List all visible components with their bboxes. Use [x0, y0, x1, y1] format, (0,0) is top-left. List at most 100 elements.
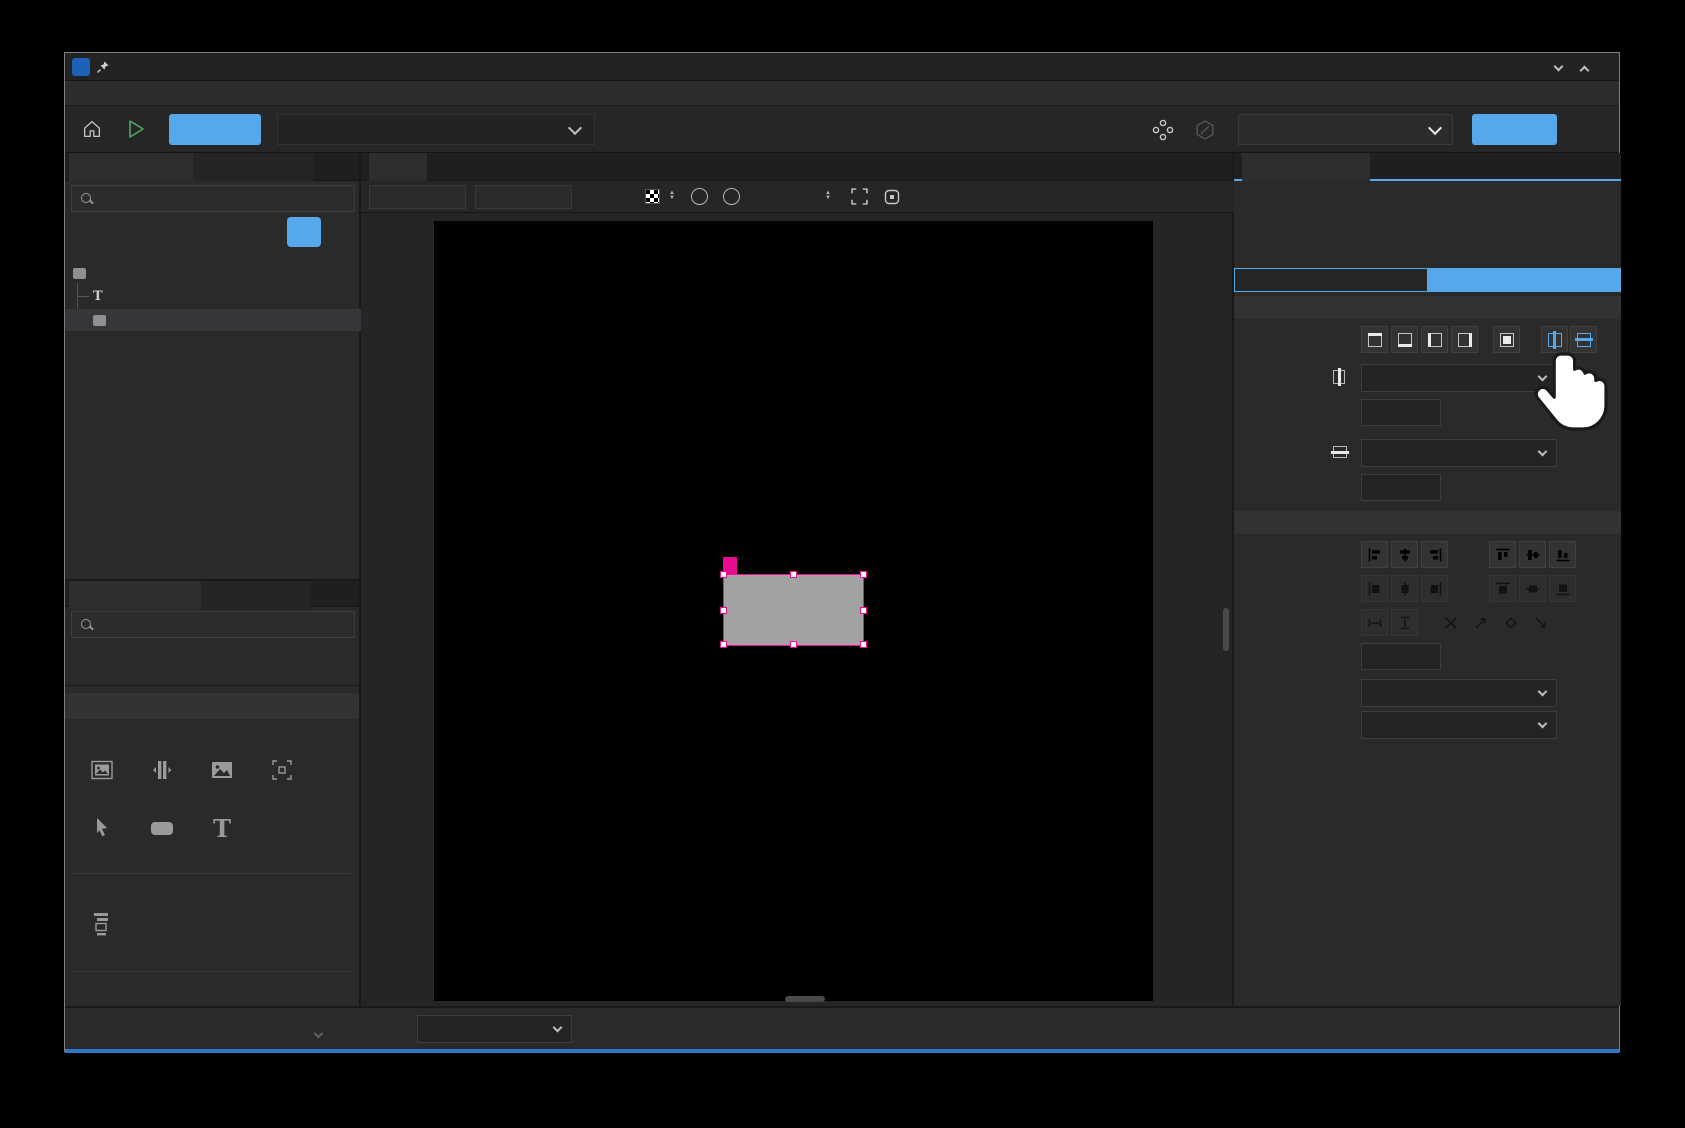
selection-handle[interactable] — [720, 641, 727, 648]
background-stepper[interactable]: ▲▼ — [667, 191, 677, 201]
distribute-right-button[interactable] — [1421, 575, 1448, 602]
anchor-fill-button[interactable] — [1493, 326, 1520, 353]
tab-rectangle[interactable] — [1235, 269, 1428, 291]
component-border-image[interactable] — [73, 755, 131, 789]
margin2-input[interactable] — [1361, 474, 1441, 501]
section-alignment-header[interactable] — [1234, 511, 1621, 534]
components-search[interactable] — [71, 611, 355, 638]
run-play-icon[interactable] — [123, 117, 147, 141]
selection-handle[interactable] — [860, 641, 867, 648]
navigator-search[interactable] — [71, 185, 355, 212]
align-right-button[interactable] — [1421, 541, 1448, 568]
tree-row-rectangle-selected[interactable] — [65, 309, 361, 331]
components-search-input[interactable] — [102, 617, 346, 633]
zoom-out-icon[interactable] — [723, 188, 740, 205]
component-image[interactable] — [193, 755, 251, 789]
selection-handle[interactable] — [790, 641, 797, 648]
tab-2d[interactable] — [369, 153, 427, 181]
tree-row-text[interactable]: T — [65, 285, 361, 307]
selection-handle[interactable] — [720, 607, 727, 614]
anchor-top-button[interactable] — [1361, 326, 1388, 353]
distribute-origin-topleft-button[interactable] — [1467, 609, 1494, 636]
window-minimize-button[interactable] — [1549, 60, 1567, 76]
section-component[interactable] — [1234, 183, 1621, 204]
menu-help[interactable] — [169, 90, 191, 96]
zoom-in-icon[interactable] — [691, 188, 708, 205]
anchor-left-button[interactable] — [1421, 326, 1448, 353]
menu-view[interactable] — [121, 90, 143, 96]
tab-layout[interactable] — [1428, 269, 1620, 291]
distribute-spacing-vertical-button[interactable] — [1391, 609, 1418, 636]
distribute-bottom-button[interactable] — [1549, 575, 1576, 602]
navigator-search-input[interactable] — [102, 191, 346, 207]
distribute-spacing-horizontal-button[interactable] — [1361, 609, 1388, 636]
window-maximize-button[interactable] — [1575, 60, 1593, 76]
workspace-dropdown[interactable] — [1238, 114, 1453, 145]
align-bottom-button[interactable] — [1549, 541, 1576, 568]
horizontal-scrollbar[interactable] — [785, 996, 825, 1002]
live-preview-button[interactable] — [169, 114, 261, 145]
component-item[interactable] — [253, 755, 311, 789]
component-mouse-area[interactable] — [73, 813, 131, 847]
section-default-components[interactable] — [65, 693, 359, 719]
align-left-button[interactable] — [1361, 541, 1388, 568]
distribute-hcenter-button[interactable] — [1391, 575, 1418, 602]
align-top-button[interactable] — [1489, 541, 1516, 568]
section-local-custom-properties[interactable] — [1234, 204, 1621, 225]
section-positioner[interactable] — [65, 981, 359, 1001]
component-list-view[interactable] — [73, 909, 131, 943]
component-rectangle[interactable] — [133, 813, 191, 847]
tree-row-rectangle1[interactable] — [65, 261, 361, 285]
tab-assets[interactable] — [201, 581, 311, 609]
zoom-stepper[interactable]: ▲▼ — [823, 191, 833, 201]
anchor-right-button[interactable] — [1451, 326, 1478, 353]
section-layout-header[interactable] — [1234, 296, 1621, 319]
align-vcenter-button[interactable] — [1519, 541, 1546, 568]
override-height-input[interactable] — [475, 185, 572, 209]
window-close-button[interactable] — [1601, 60, 1619, 76]
align-to-dropdown[interactable] — [1361, 679, 1557, 707]
section-basic[interactable] — [65, 727, 359, 747]
tab-navigator[interactable] — [69, 153, 193, 181]
target-dropdown[interactable] — [1361, 364, 1557, 392]
component-flickable[interactable] — [133, 755, 191, 789]
tab-properties[interactable] — [1242, 153, 1370, 181]
section-geometry-2d[interactable] — [1234, 225, 1621, 246]
margin-input[interactable] — [1361, 399, 1441, 426]
align-hcenter-button[interactable] — [1391, 541, 1418, 568]
distribute-vcenter-button[interactable] — [1519, 575, 1546, 602]
selected-rectangle[interactable] — [723, 574, 864, 646]
override-width-input[interactable] — [369, 185, 466, 209]
canvas-background-color-icon[interactable] — [645, 189, 660, 204]
open-document-dropdown[interactable] — [277, 114, 595, 145]
distribute-top-button[interactable] — [1489, 575, 1516, 602]
target2-dropdown[interactable] — [1361, 439, 1557, 467]
zoom-to-selection-icon[interactable] — [883, 188, 901, 206]
chevron-down-icon[interactable] — [315, 1024, 322, 1042]
home-icon[interactable] — [81, 118, 103, 140]
key-object-dropdown[interactable] — [1361, 711, 1557, 739]
anchor-bottom-button[interactable] — [1391, 326, 1418, 353]
menu-window[interactable] — [145, 90, 167, 96]
pixel-spacing-input[interactable] — [1361, 643, 1441, 670]
fit-to-screen-icon[interactable] — [851, 188, 868, 205]
section-views[interactable] — [65, 881, 359, 901]
distribute-none-button[interactable] — [1437, 609, 1464, 636]
selection-handle[interactable] — [860, 607, 867, 614]
selection-handle[interactable] — [860, 571, 867, 578]
qml-scene[interactable] — [434, 221, 1153, 1001]
selection-handle[interactable] — [720, 571, 727, 578]
distribute-left-button[interactable] — [1361, 575, 1388, 602]
selection-handle[interactable] — [790, 571, 797, 578]
distribute-origin-bottomright-button[interactable] — [1527, 609, 1554, 636]
node-connections-icon[interactable] — [1151, 118, 1175, 142]
tab-components[interactable] — [69, 581, 201, 609]
section-visibility[interactable] — [1234, 246, 1621, 267]
tab-projects[interactable] — [193, 153, 313, 181]
menu-file[interactable] — [73, 90, 95, 96]
vertical-scrollbar[interactable] — [1223, 608, 1229, 651]
menu-edit[interactable] — [97, 90, 119, 96]
component-text[interactable]: T — [193, 813, 251, 847]
share-button[interactable] — [1472, 114, 1557, 145]
style-dropdown[interactable] — [417, 1015, 572, 1043]
